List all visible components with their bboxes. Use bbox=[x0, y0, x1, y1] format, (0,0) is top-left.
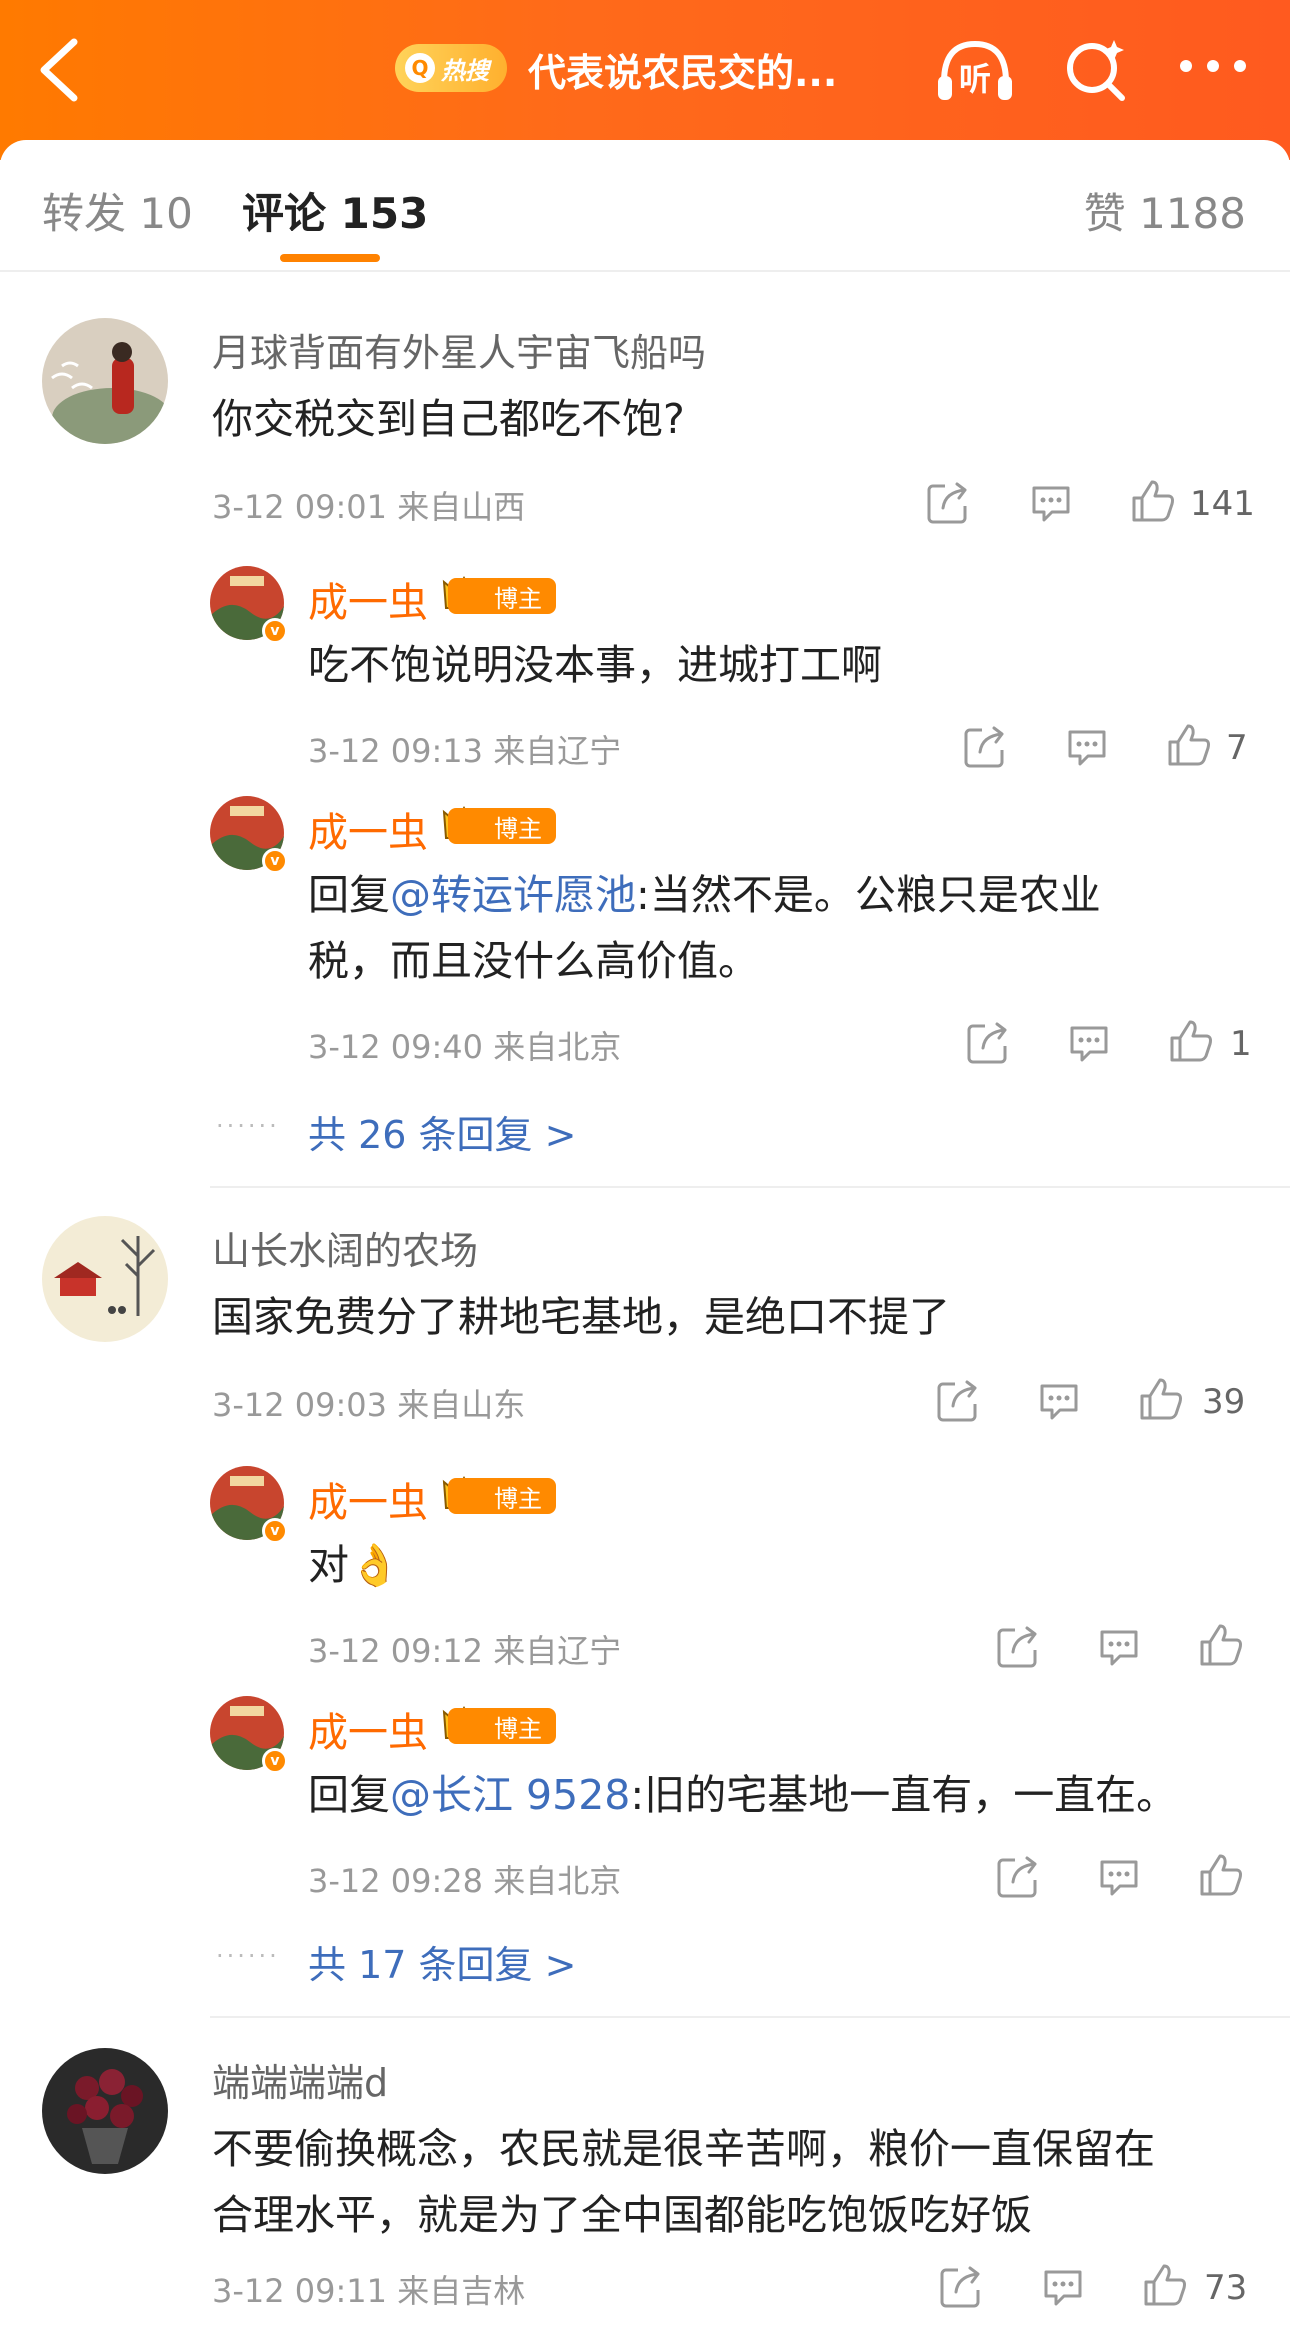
comment-icon[interactable] bbox=[1028, 480, 1074, 526]
svg-text:听: 听 bbox=[959, 60, 991, 98]
more-dots: ······ bbox=[216, 1112, 280, 1140]
avatar[interactable]: v bbox=[210, 566, 288, 644]
comment-username[interactable]: 山长水阔的农场 bbox=[212, 1220, 478, 1275]
like-icon[interactable] bbox=[1138, 1376, 1184, 1422]
comment-username[interactable]: 月球背面有外星人宇宙飞船吗 bbox=[212, 322, 706, 377]
reply-text: 回复@长江 9528:旧的宅基地一直有，一直在。 bbox=[308, 1762, 1177, 1828]
reply-username[interactable]: 成一虫 bbox=[308, 1470, 428, 1528]
view-more-replies[interactable]: 共 17 条回复 > bbox=[308, 1934, 576, 1989]
reply-text: 回复@转运许愿池:当然不是。公粮只是农业 bbox=[308, 862, 1101, 928]
comment-meta: 3-12 09:03 来自山东 bbox=[212, 1386, 526, 1424]
like-icon[interactable] bbox=[1130, 478, 1176, 524]
like-count: 73 bbox=[1204, 2268, 1248, 2308]
back-icon[interactable] bbox=[34, 34, 94, 106]
like-count: 39 bbox=[1202, 1382, 1246, 1422]
divider bbox=[210, 2016, 1290, 2018]
like-icon[interactable] bbox=[1166, 722, 1212, 768]
comment-text-line2: 合理水平，就是为了全中国都能吃饱饭吃好饭 bbox=[212, 2191, 1032, 2239]
comment-icon[interactable] bbox=[1064, 724, 1110, 770]
blogger-badge: 博主 bbox=[448, 1708, 556, 1744]
comment-icon[interactable] bbox=[1096, 1854, 1142, 1900]
reply-text-part: :旧的宅基地一直有，一直在。 bbox=[630, 1771, 1178, 1819]
reply-prefix: 回复 bbox=[308, 1771, 390, 1819]
avatar[interactable]: v bbox=[210, 1696, 288, 1774]
like-count: 1 bbox=[1230, 1024, 1252, 1064]
comment-text: 不要偷换概念，农民就是很辛苦啊，粮价一直保留在 bbox=[212, 2125, 1155, 2173]
more-icon[interactable] bbox=[1178, 56, 1248, 76]
tab-repost[interactable]: 转发 10 bbox=[42, 180, 193, 241]
reply-meta: 3-12 09:13 来自辽宁 bbox=[308, 732, 622, 770]
blogger-badge: 博主 bbox=[448, 578, 556, 614]
share-icon[interactable] bbox=[938, 2264, 984, 2310]
verified-icon: v bbox=[262, 618, 288, 644]
search-icon[interactable] bbox=[1060, 34, 1132, 106]
reply-text-line2: 税，而且没什么高价值。 bbox=[308, 937, 759, 985]
mention-link[interactable]: @转运许愿池 bbox=[390, 871, 636, 919]
comment-icon[interactable] bbox=[1066, 1020, 1112, 1066]
reply-text-part: :当然不是。公粮只是农业 bbox=[636, 871, 1101, 919]
comment-icon[interactable] bbox=[1096, 1624, 1142, 1670]
comment-text: 国家免费分了耕地宅基地，是绝口不提了 bbox=[212, 1293, 950, 1341]
share-icon[interactable] bbox=[925, 480, 971, 526]
view-more-replies[interactable]: 共 26 条回复 > bbox=[308, 1104, 576, 1159]
divider bbox=[210, 1186, 1290, 1188]
reply-text: 吃不饱说明没本事，进城打工啊 bbox=[308, 641, 882, 689]
reply-prefix: 回复 bbox=[308, 871, 390, 919]
share-icon[interactable] bbox=[935, 1378, 981, 1424]
avatar[interactable]: v bbox=[210, 1466, 288, 1544]
like-icon[interactable] bbox=[1198, 1622, 1244, 1668]
verified-icon: v bbox=[262, 1518, 288, 1544]
tab-bar: 转发 10 评论 153 赞 1188 bbox=[0, 140, 1290, 272]
avatar[interactable] bbox=[42, 1216, 168, 1342]
reply-username[interactable]: 成一虫 bbox=[308, 800, 428, 858]
like-count: 141 bbox=[1190, 484, 1255, 524]
comment-username[interactable]: 端端端端d bbox=[212, 2052, 388, 2107]
blogger-badge: 博主 bbox=[448, 808, 556, 844]
verified-icon: v bbox=[262, 848, 288, 874]
share-icon[interactable] bbox=[965, 1020, 1011, 1066]
comment-icon[interactable] bbox=[1040, 2264, 1086, 2310]
like-count: 7 bbox=[1226, 728, 1248, 768]
reply-meta: 3-12 09:12 来自辽宁 bbox=[308, 1632, 622, 1670]
comment-meta: 3-12 09:11 来自吉林 bbox=[212, 2272, 526, 2310]
like-icon[interactable] bbox=[1198, 1852, 1244, 1898]
tab-comment[interactable]: 评论 153 bbox=[242, 180, 428, 241]
share-icon[interactable] bbox=[995, 1854, 1041, 1900]
like-icon[interactable] bbox=[1142, 2262, 1188, 2308]
mention-link[interactable]: @长江 9528 bbox=[390, 1771, 630, 1819]
reply-username[interactable]: 成一虫 bbox=[308, 570, 428, 628]
comment-text: 你交税交到自己都吃不饱? bbox=[212, 395, 685, 443]
hot-search-badge[interactable]: Q 热搜 bbox=[395, 44, 507, 92]
listen-icon[interactable]: 听 bbox=[932, 34, 1018, 106]
more-dots: ······ bbox=[216, 1942, 280, 1970]
share-icon[interactable] bbox=[962, 724, 1008, 770]
comment-meta: 3-12 09:01 来自山西 bbox=[212, 488, 526, 526]
tab-like[interactable]: 赞 1188 bbox=[1084, 180, 1246, 241]
share-icon[interactable] bbox=[995, 1624, 1041, 1670]
tab-active-indicator bbox=[280, 254, 380, 262]
avatar[interactable] bbox=[42, 2048, 168, 2174]
blogger-badge: 博主 bbox=[448, 1478, 556, 1514]
verified-icon: v bbox=[262, 1748, 288, 1774]
top-bar: Q 热搜 代表说农民交的... 听 bbox=[0, 0, 1290, 160]
reply-username[interactable]: 成一虫 bbox=[308, 1700, 428, 1758]
avatar[interactable]: v bbox=[210, 796, 288, 874]
avatar[interactable] bbox=[42, 318, 168, 444]
hot-search-icon: Q bbox=[405, 53, 435, 83]
page-title[interactable]: 代表说农民交的... bbox=[528, 42, 837, 97]
reply-meta: 3-12 09:40 来自北京 bbox=[308, 1028, 622, 1066]
reply-text: 对👌 bbox=[308, 1541, 401, 1589]
comment-icon[interactable] bbox=[1036, 1378, 1082, 1424]
like-icon[interactable] bbox=[1168, 1018, 1214, 1064]
reply-meta: 3-12 09:28 来自北京 bbox=[308, 1862, 622, 1900]
